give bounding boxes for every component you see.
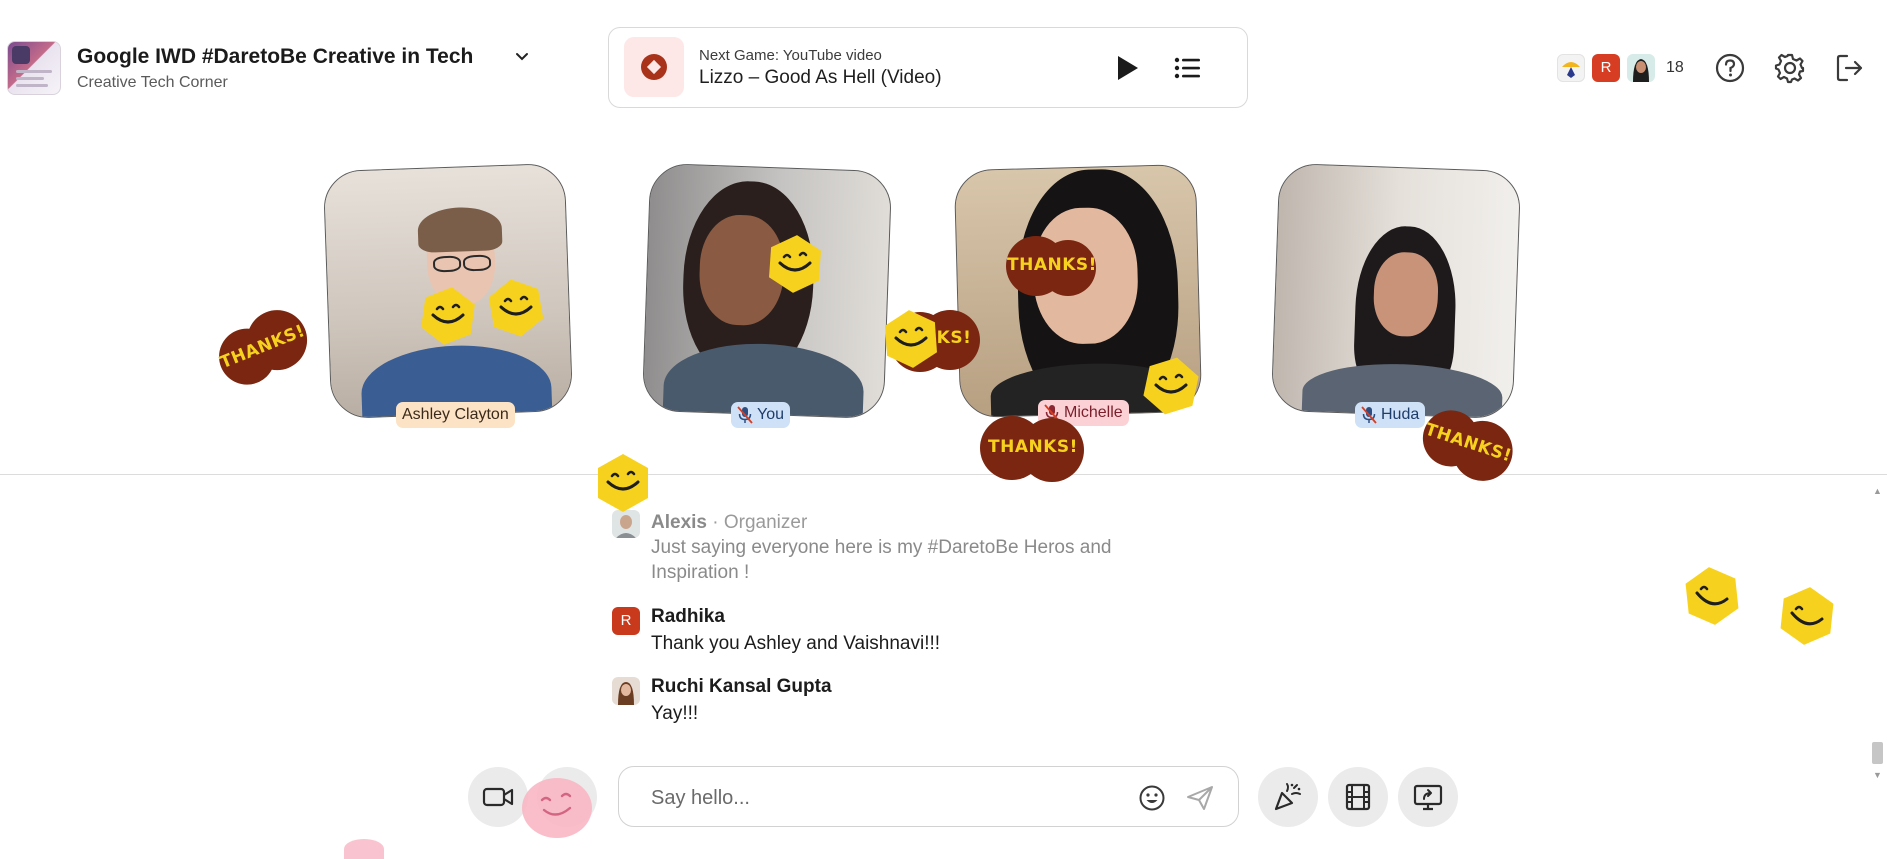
smile-sticker-icon <box>421 287 475 345</box>
chat-message-text: Thank you Ashley and Vaishnavi!!! <box>651 633 941 654</box>
party-popper-icon <box>1274 783 1301 811</box>
thanks-label: THANKS! <box>1007 255 1097 275</box>
mic-off-icon <box>1361 406 1377 424</box>
chat-author-name: Alexis <box>651 512 707 533</box>
umbrella-avatar-icon <box>1562 62 1580 78</box>
chat-input[interactable] <box>649 781 1123 815</box>
chat-message-text: Just saying everyone here is my #DaretoB… <box>651 537 1112 583</box>
room-subtitle: Creative Tech Corner <box>77 74 228 91</box>
chat-author-name: Ruchi Kansal Gupta <box>651 676 832 697</box>
room-title[interactable]: Google IWD #DaretoBe Creative in Tech <box>77 45 473 69</box>
smile-sticker-icon <box>769 235 821 293</box>
screen-share-icon <box>1413 784 1443 811</box>
next-game-title: Lizzo – Good As Hell (Video) <box>699 67 942 88</box>
thanks-sticker: THANKS! <box>1004 230 1100 302</box>
mic-off-icon <box>737 406 753 424</box>
thanks-label: THANKS! <box>988 437 1078 457</box>
chat-avatar: R <box>612 607 640 635</box>
scroll-down-arrow[interactable]: ▼ <box>1872 770 1883 781</box>
participant-avatar[interactable] <box>1557 54 1585 82</box>
chat-message-text: Yay!!! <box>651 703 699 724</box>
pink-blob-sticker <box>344 839 384 859</box>
chevron-down-icon[interactable] <box>513 48 531 66</box>
smile-sticker-icon <box>1685 567 1739 625</box>
scroll-up-arrow[interactable]: ▲ <box>1872 486 1883 497</box>
participant-name-tag: Huda <box>1355 402 1426 428</box>
participant-name-tag: Ashley Clayton <box>396 402 515 428</box>
smile-sticker-icon <box>1143 357 1199 415</box>
room-thumbnail[interactable] <box>7 41 61 95</box>
video-tile[interactable] <box>1270 162 1522 420</box>
film-strip-icon <box>1345 783 1371 811</box>
chat-composer[interactable] <box>618 766 1239 827</box>
participant-name: Huda <box>1381 406 1420 423</box>
avatar-illustration <box>616 515 636 538</box>
section-divider <box>0 474 1887 475</box>
smile-sticker-icon <box>598 454 648 512</box>
next-game-label: Next Game: YouTube video <box>699 47 882 64</box>
smile-sticker-icon <box>488 279 544 337</box>
avatar-illustration <box>618 682 634 705</box>
smile-sticker-icon <box>1780 587 1834 645</box>
smile-face-icon <box>540 792 572 816</box>
pink-blob-sticker <box>522 778 592 838</box>
effects-button[interactable] <box>1258 767 1318 827</box>
gear-icon[interactable] <box>1774 52 1806 84</box>
video-camera-icon <box>482 787 514 807</box>
chat-author: Alexis · Organizer <box>651 512 807 534</box>
smile-sticker-icon <box>885 310 937 368</box>
send-icon[interactable] <box>1186 785 1214 811</box>
game-badge <box>624 37 684 97</box>
chat-avatar <box>612 510 640 538</box>
participant-name: You <box>757 406 784 423</box>
camera-toggle-button[interactable] <box>468 767 528 827</box>
participant-avatar[interactable] <box>1627 54 1655 82</box>
diamond-badge-icon <box>641 54 667 80</box>
help-circle-icon[interactable] <box>1714 52 1746 84</box>
avatar-illustration <box>1633 59 1649 82</box>
list-icon[interactable] <box>1173 54 1203 82</box>
thanks-sticker: THANKS! <box>205 297 321 400</box>
chat-author-role: · Organizer <box>712 512 808 533</box>
media-button[interactable] <box>1328 767 1388 827</box>
chat-scrollbar-thumb[interactable] <box>1872 742 1883 764</box>
chat-avatar <box>612 677 640 705</box>
smiley-icon[interactable] <box>1138 784 1166 812</box>
play-icon[interactable] <box>1112 53 1142 83</box>
participant-name-tag: You <box>731 402 790 428</box>
participant-avatar[interactable]: R <box>1592 54 1620 82</box>
share-screen-button[interactable] <box>1398 767 1458 827</box>
participant-count[interactable]: 18 <box>1666 59 1684 77</box>
thanks-sticker: THANKS! <box>978 412 1084 484</box>
chat-author-name: Radhika <box>651 606 725 627</box>
exit-icon[interactable] <box>1834 52 1866 84</box>
